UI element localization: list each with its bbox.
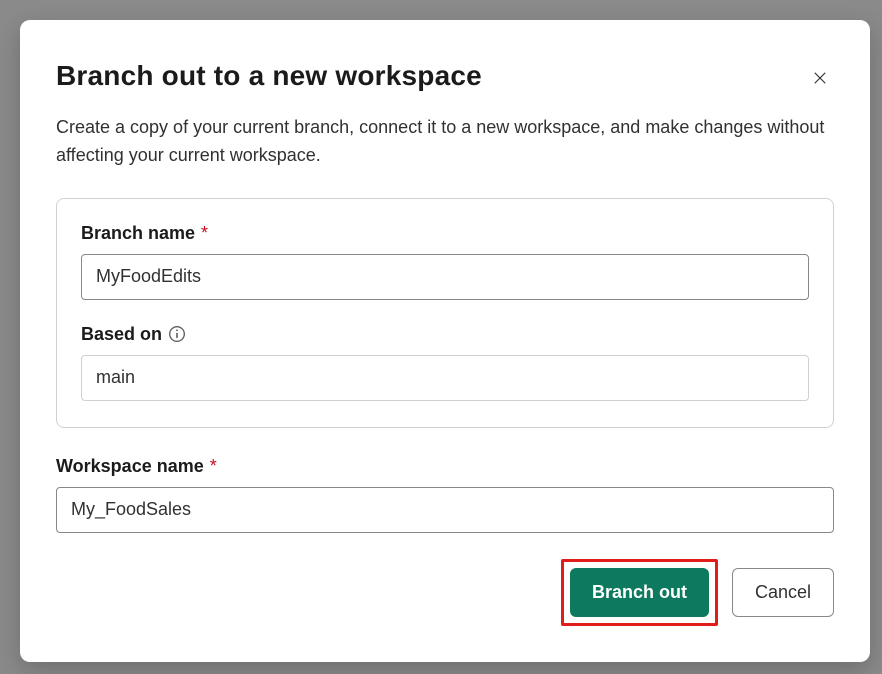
workspace-name-label: Workspace name *	[56, 456, 834, 477]
branch-name-label: Branch name *	[81, 223, 809, 244]
based-on-label-text: Based on	[81, 324, 162, 345]
cancel-button[interactable]: Cancel	[732, 568, 834, 617]
branch-name-group: Branch name *	[81, 223, 809, 300]
branch-out-button[interactable]: Branch out	[570, 568, 709, 617]
modal-header: Branch out to a new workspace	[56, 60, 834, 92]
close-icon	[811, 69, 829, 87]
required-indicator: *	[210, 456, 217, 477]
based-on-group: Based on	[81, 324, 809, 401]
modal-description: Create a copy of your current branch, co…	[56, 114, 834, 170]
branch-name-input[interactable]	[81, 254, 809, 300]
modal-footer: Branch out Cancel	[56, 559, 834, 626]
modal-title: Branch out to a new workspace	[56, 60, 482, 92]
based-on-label: Based on	[81, 324, 809, 345]
workspace-name-group: Workspace name *	[56, 456, 834, 533]
primary-button-highlight: Branch out	[561, 559, 718, 626]
branch-form-card: Branch name * Based on	[56, 198, 834, 428]
based-on-input[interactable]	[81, 355, 809, 401]
workspace-name-label-text: Workspace name	[56, 456, 204, 477]
workspace-name-input[interactable]	[56, 487, 834, 533]
close-button[interactable]	[806, 64, 834, 92]
branch-name-label-text: Branch name	[81, 223, 195, 244]
info-icon[interactable]	[168, 325, 186, 343]
required-indicator: *	[201, 223, 208, 244]
branch-out-modal: Branch out to a new workspace Create a c…	[20, 20, 870, 662]
